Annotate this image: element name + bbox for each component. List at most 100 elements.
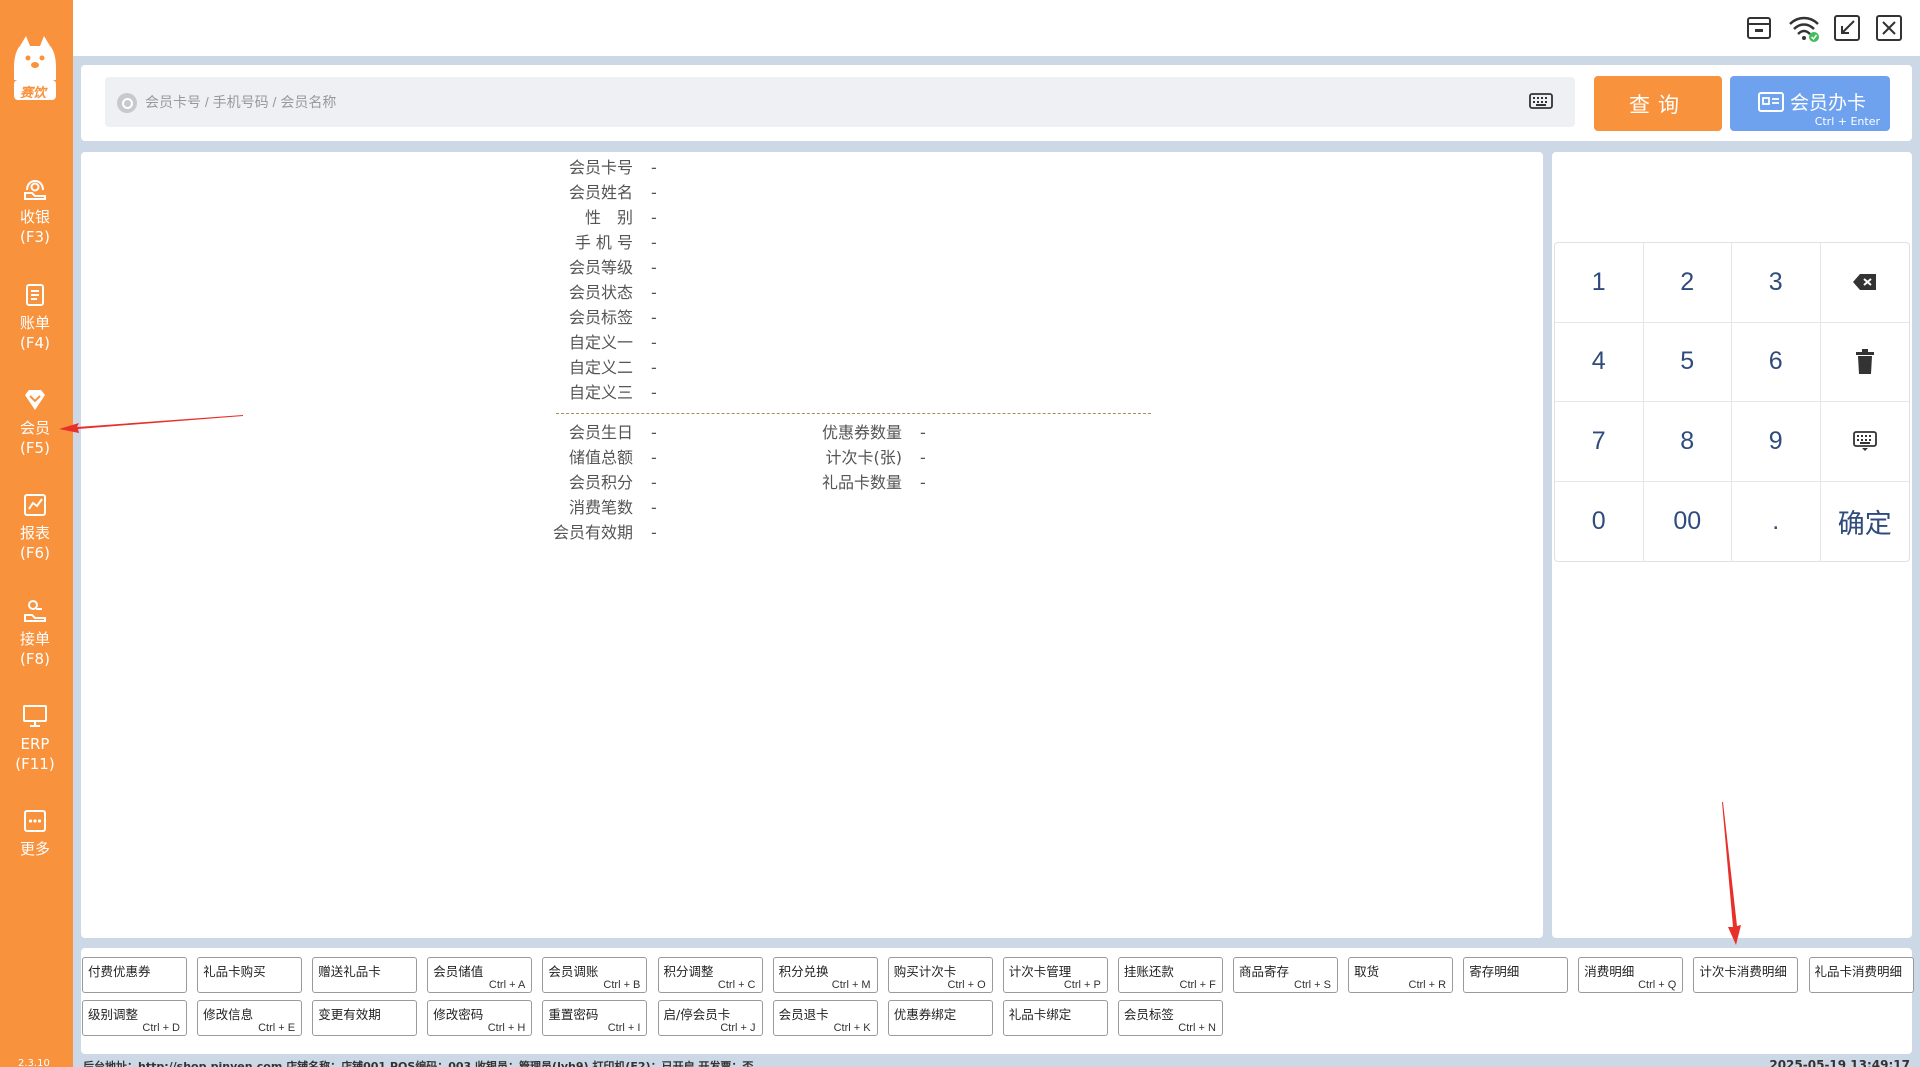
query-button[interactable]: 查询 — [1594, 76, 1722, 131]
function-button[interactable]: 积分兑换 Ctrl + M — [772, 957, 878, 993]
function-button[interactable]: 计次卡消费明细 — [1693, 957, 1799, 993]
sidebar-item-bill[interactable]: 账单 (F4) — [0, 282, 70, 353]
sidebar-item-cashier[interactable]: 收银 (F3) — [0, 176, 70, 247]
bill-icon — [26, 284, 44, 306]
minimize-window-button[interactable] — [1833, 14, 1861, 42]
key-backspace[interactable] — [1820, 243, 1909, 323]
function-button[interactable]: 寄存明细 — [1463, 957, 1569, 993]
function-button[interactable]: 会员储值 Ctrl + A — [427, 957, 533, 993]
member-stat-label: 消费笔数 — [568, 498, 633, 517]
function-button[interactable]: 修改信息 Ctrl + E — [197, 1000, 303, 1036]
member-field-label: 手 机 号 — [574, 233, 633, 252]
function-button-shortcut: Ctrl + C — [717, 979, 756, 991]
network-status-button[interactable] — [1787, 14, 1821, 42]
key-1[interactable]: 1 — [1555, 243, 1644, 323]
function-button[interactable]: 购买计次卡 Ctrl + O — [887, 957, 993, 993]
function-button[interactable]: 商品寄存 Ctrl + S — [1233, 957, 1338, 993]
member-field-label: 性 别 — [584, 208, 633, 227]
function-button[interactable]: 级别调整 Ctrl + D — [82, 1000, 187, 1036]
function-button[interactable]: 付费优惠券 — [82, 957, 187, 993]
function-button[interactable]: 取货 Ctrl + R — [1348, 957, 1454, 993]
sidebar-item-shortcut: (F3) — [20, 228, 50, 246]
function-button-label: 修改信息 — [203, 1007, 254, 1022]
function-button-label: 变更有效期 — [318, 1007, 381, 1022]
trash-icon — [1855, 348, 1874, 374]
sidebar-item-shortcut: (F6) — [20, 544, 50, 562]
function-button[interactable]: 启/停会员卡 Ctrl + J — [657, 1000, 763, 1036]
function-button[interactable]: 会员调账 Ctrl + B — [542, 957, 648, 993]
key-6[interactable]: 6 — [1732, 322, 1821, 402]
member-search-input[interactable] — [145, 87, 1515, 117]
key-clear[interactable] — [1820, 323, 1909, 402]
key-8[interactable]: 8 — [1643, 402, 1732, 482]
close-window-button[interactable] — [1875, 14, 1903, 42]
function-button[interactable]: 礼品卡消费明细 — [1808, 957, 1914, 993]
sidebar-item-label: 收银 — [19, 208, 50, 226]
numeric-keypad: 1 2 3 4 5 6 7 8 9 0 00 . 确定 — [1554, 242, 1910, 562]
report-icon — [24, 494, 46, 516]
key-7[interactable]: 7 — [1555, 402, 1644, 482]
function-button[interactable]: 计次卡管理 Ctrl + P — [1002, 957, 1108, 993]
function-button[interactable]: 会员标签 Ctrl + N — [1117, 1000, 1223, 1036]
key-confirm[interactable]: 确定 — [1821, 482, 1910, 562]
function-button-label: 会员储值 — [433, 964, 484, 979]
annotation-arrow-count-card — [1722, 802, 1741, 945]
sidebar-item-more[interactable]: 更多 — [0, 808, 70, 859]
key-5[interactable]: 5 — [1643, 322, 1732, 402]
function-button-label: 商品寄存 — [1239, 964, 1290, 979]
function-button-label: 级别调整 — [88, 1007, 139, 1022]
function-button[interactable]: 消费明细 Ctrl + Q — [1578, 957, 1684, 993]
function-button[interactable]: 礼品卡购买 — [197, 957, 303, 993]
function-button-shortcut: Ctrl + J — [720, 1022, 756, 1034]
function-button[interactable]: 变更有效期 — [312, 1000, 418, 1036]
member-stat-label: 会员有效期 — [552, 523, 633, 542]
function-button[interactable]: 积分调整 Ctrl + C — [657, 957, 763, 993]
function-button[interactable]: 会员退卡 Ctrl + K — [772, 1000, 878, 1036]
function-button-shortcut: Ctrl + O — [947, 979, 986, 991]
sidebar-item-report[interactable]: 报表 (F6) — [0, 492, 70, 563]
key-2[interactable]: 2 — [1643, 243, 1732, 323]
function-button[interactable]: 修改密码 Ctrl + H — [427, 1000, 533, 1036]
member-field-label: 自定义二 — [568, 358, 633, 377]
function-button-shortcut: Ctrl + N — [1178, 1022, 1216, 1034]
function-button-shortcut: Ctrl + I — [607, 1022, 641, 1034]
member-field-label: 会员等级 — [568, 258, 633, 277]
title-bar — [73, 0, 1920, 56]
function-button-label: 礼品卡绑定 — [1008, 1007, 1072, 1022]
function-button-shortcut: Ctrl + B — [603, 979, 641, 991]
member-stat-value: - — [920, 423, 926, 442]
function-button[interactable]: 礼品卡绑定 — [1002, 1000, 1108, 1036]
status-datetime: 2025-05-19 13:49:17 — [1769, 1058, 1910, 1067]
key-00[interactable]: 00 — [1644, 481, 1732, 561]
member-field-label: 自定义一 — [568, 333, 633, 352]
member-card-button[interactable]: 会员办卡 Ctrl + Enter — [1730, 76, 1890, 131]
function-button[interactable]: 挂账还款 Ctrl + F — [1117, 957, 1223, 993]
key-0[interactable]: 0 — [1555, 481, 1644, 561]
sidebar-item-erp[interactable]: ERP (F11) — [0, 703, 70, 774]
sidebar-item-label: 接单 — [19, 630, 50, 648]
function-button-shortcut: Ctrl + R — [1408, 979, 1447, 991]
member-field-value: - — [651, 233, 657, 252]
cash-drawer-button[interactable] — [1745, 14, 1773, 42]
key-9[interactable]: 9 — [1732, 402, 1821, 482]
function-button-label: 取货 — [1354, 964, 1380, 979]
function-button-label: 购买计次卡 — [893, 964, 957, 979]
function-button[interactable]: 重置密码 Ctrl + I — [542, 1000, 648, 1036]
key-4[interactable]: 4 — [1555, 322, 1644, 402]
sidebar-item-shortcut: (F8) — [20, 650, 50, 668]
key-3[interactable]: 3 — [1732, 243, 1821, 323]
member-card-label: 会员办卡 — [1790, 92, 1867, 114]
annotation-arrow-member — [59, 415, 243, 433]
member-field-label: 会员标签 — [568, 308, 633, 327]
function-button-label: 寄存明细 — [1469, 964, 1520, 979]
function-button-label: 修改密码 — [433, 1007, 484, 1022]
function-button-shortcut: Ctrl + F — [1179, 979, 1216, 991]
status-bar-info: 后台地址：http://shop.pinyen.com 店铺名称：店铺001 P… — [83, 1060, 754, 1067]
function-button[interactable]: 优惠券绑定 — [887, 1000, 993, 1036]
function-button[interactable]: 赠送礼品卡 — [312, 957, 418, 993]
member-info-panel: 会员卡号 - 会员姓名 - 性 别-手 机 号 - 会员等级 - 会员状态 - 会员标签 - 自定义一 -… — [81, 152, 1543, 938]
virtual-keyboard-button[interactable] — [1529, 92, 1553, 114]
key-decimal[interactable]: . — [1732, 481, 1821, 561]
sidebar-item-order[interactable]: 接单 (F8) — [0, 598, 70, 669]
key-keyboard[interactable] — [1820, 402, 1909, 482]
